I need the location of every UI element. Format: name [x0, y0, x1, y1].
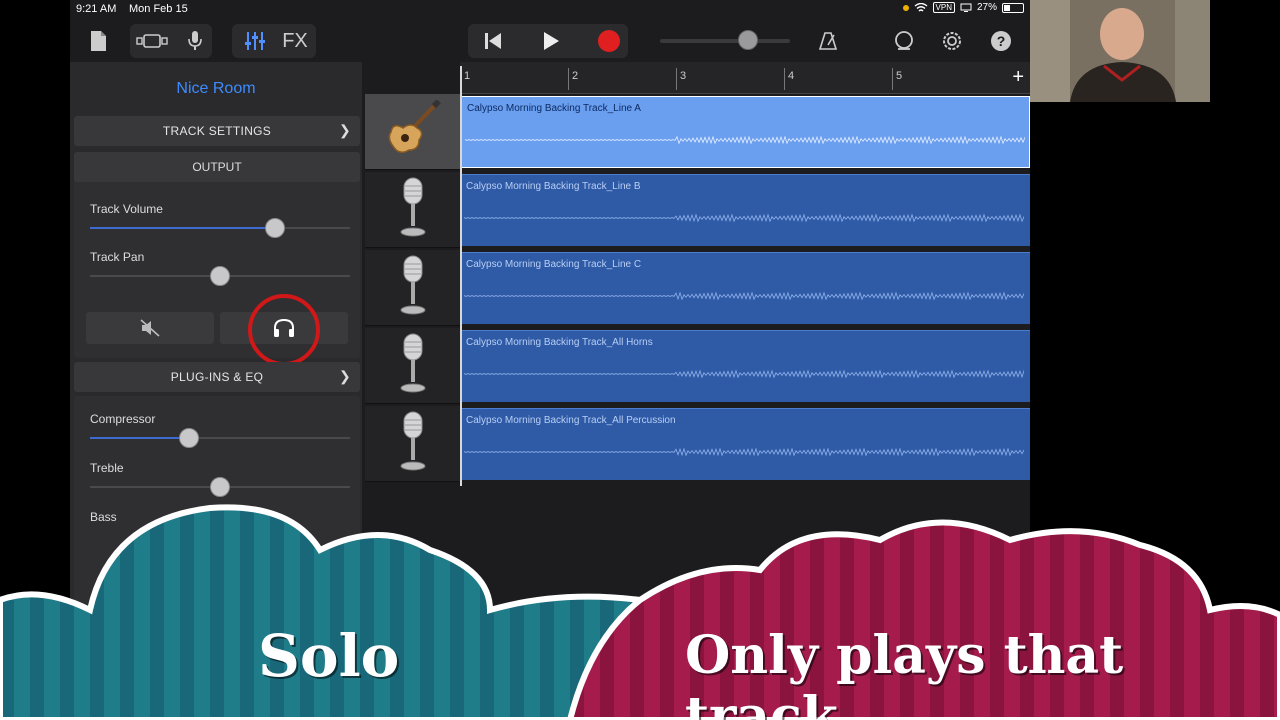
loop-icon[interactable] — [890, 24, 918, 58]
bar-line — [784, 68, 785, 90]
track-inspector: Nice Room TRACK SETTINGS ❯ OUTPUT Track … — [70, 62, 362, 720]
compressor-fill — [90, 437, 189, 439]
waveform — [465, 135, 1025, 145]
region-name: Calypso Morning Backing Track_All Percus… — [466, 415, 676, 426]
microphone-icon — [398, 410, 428, 477]
audio-region[interactable]: Calypso Morning Backing Track_Line C — [460, 252, 1030, 324]
audio-region[interactable]: Calypso Morning Backing Track_All Horns — [460, 330, 1030, 402]
audio-region[interactable]: Calypso Morning Backing Track_Line A — [460, 96, 1030, 168]
treble-knob[interactable] — [210, 477, 230, 497]
track-pan-slider[interactable] — [90, 266, 350, 286]
compressor-knob[interactable] — [178, 428, 199, 448]
bar-number: 4 — [788, 70, 795, 82]
bar-line — [892, 68, 893, 90]
waveform — [464, 291, 1024, 301]
status-date: Mon Feb 15 — [129, 3, 188, 15]
microphone-icon — [398, 176, 428, 243]
mute-icon — [140, 319, 160, 337]
battery-icon — [1002, 2, 1024, 13]
track-header[interactable] — [365, 250, 460, 326]
metronome-icon[interactable] — [816, 24, 840, 58]
track-header[interactable] — [365, 94, 460, 170]
track-headers — [365, 62, 460, 720]
waveform — [464, 369, 1024, 379]
settings-icon[interactable] — [938, 24, 966, 58]
track-volume-knob[interactable] — [264, 218, 285, 238]
help-icon[interactable]: ? — [988, 24, 1014, 58]
webcam-overlay — [1030, 0, 1210, 102]
treble-label: Treble — [90, 461, 124, 475]
plugins-section: Compressor Treble Bass — [74, 396, 360, 626]
mic-indicator-icon — [902, 4, 909, 11]
toolbar: FX ? — [70, 20, 1030, 62]
mixer-icon[interactable] — [240, 24, 270, 58]
bar-line — [676, 68, 677, 90]
patch-name[interactable]: Nice Room — [70, 80, 362, 98]
track-volume-slider[interactable] — [90, 218, 350, 238]
bar-number: 2 — [572, 70, 579, 82]
track-header[interactable] — [365, 328, 460, 404]
region-name: Calypso Morning Backing Track_Line B — [466, 181, 641, 192]
audio-region[interactable]: Calypso Morning Backing Track_All Percus… — [460, 408, 1030, 480]
region-name: Calypso Morning Backing Track_Line A — [467, 103, 641, 114]
track-header[interactable] — [365, 406, 460, 482]
mute-button[interactable] — [86, 312, 214, 344]
output-label: OUTPUT — [192, 160, 242, 174]
track-header[interactable] — [365, 172, 460, 248]
vpn-badge: VPN — [932, 2, 955, 13]
bar-number: 1 — [464, 70, 471, 82]
waveform — [464, 447, 1024, 457]
track-view-icon[interactable] — [134, 24, 170, 58]
bar-number: 3 — [680, 70, 687, 82]
acoustic-guitar-icon — [385, 99, 441, 163]
track-volume-label: Track Volume — [90, 202, 163, 216]
document-icon[interactable] — [86, 24, 110, 58]
track-pan-label: Track Pan — [90, 250, 145, 264]
treble-slider[interactable] — [90, 477, 350, 497]
track-settings-label: TRACK SETTINGS — [162, 124, 272, 138]
record-button[interactable] — [594, 24, 624, 58]
master-volume-knob[interactable] — [738, 30, 758, 50]
region-name: Calypso Morning Backing Track_Line C — [466, 259, 642, 270]
wifi-icon — [914, 2, 927, 12]
chevron-right-icon: ❯ — [338, 122, 351, 138]
play-icon[interactable] — [536, 24, 566, 58]
compressor-label: Compressor — [90, 412, 156, 426]
track-pan-knob[interactable] — [210, 266, 230, 286]
rewind-icon[interactable] — [478, 24, 508, 58]
plugins-eq-button[interactable]: PLUG-INS & EQ ❯ — [74, 362, 360, 392]
timeline-ruler[interactable]: 1 2 3 4 5 + — [460, 62, 1030, 94]
track-volume-fill — [90, 227, 275, 229]
status-time: 9:21 AM — [76, 3, 117, 15]
compressor-slider[interactable] — [90, 428, 350, 448]
record-icon — [598, 30, 620, 52]
svg-text:?: ? — [997, 33, 1006, 49]
plugins-eq-label: PLUG-INS & EQ — [170, 370, 264, 384]
bass-label: Bass — [90, 510, 117, 524]
highlight-circle — [248, 294, 320, 366]
battery-percent: 27% — [976, 2, 997, 13]
output-header: OUTPUT — [74, 152, 360, 182]
screen-icon — [960, 3, 972, 12]
region-name: Calypso Morning Backing Track_All Horns — [466, 337, 653, 348]
presenter-image — [1030, 0, 1210, 102]
playhead[interactable] — [460, 66, 462, 486]
track-settings-button[interactable]: TRACK SETTINGS ❯ — [74, 116, 360, 146]
waveform — [464, 213, 1024, 223]
garageband-window: 9:21 AM Mon Feb 15 VPN 27% FX ? Nice Roo… — [70, 0, 1030, 720]
status-right: VPN 27% — [902, 2, 1024, 13]
status-bar: 9:21 AM Mon Feb 15 VPN 27% — [70, 0, 1030, 20]
audio-region[interactable]: Calypso Morning Backing Track_Line B — [460, 174, 1030, 246]
chevron-right-icon: ❯ — [338, 368, 351, 384]
fx-button[interactable]: FX — [278, 24, 312, 58]
bar-line — [568, 68, 569, 90]
add-section-icon[interactable]: + — [1012, 66, 1024, 89]
microphone-icon[interactable] — [182, 24, 208, 58]
master-volume-track[interactable] — [660, 39, 790, 43]
microphone-icon — [398, 254, 428, 321]
bar-number: 5 — [896, 70, 903, 82]
microphone-icon — [398, 332, 428, 399]
